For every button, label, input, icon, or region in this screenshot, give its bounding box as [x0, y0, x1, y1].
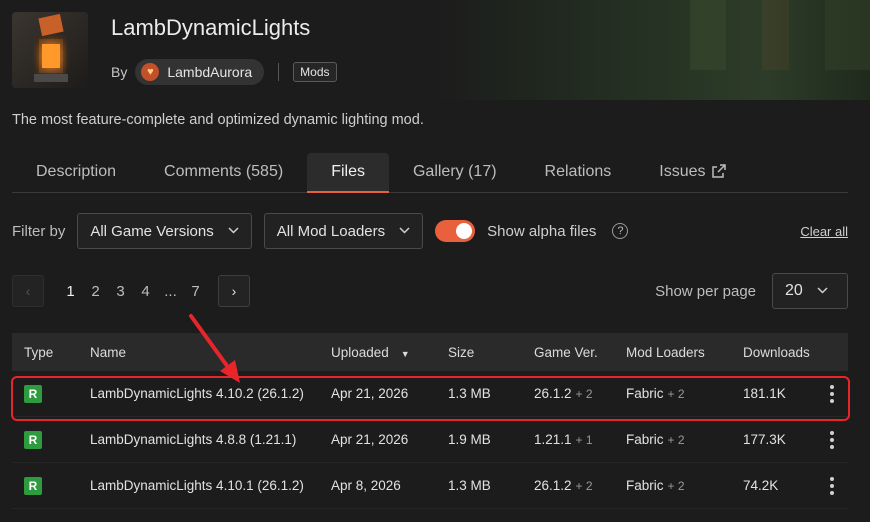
per-page-label: Show per page	[655, 282, 756, 300]
alpha-files-toggle[interactable]	[435, 220, 476, 242]
tab-files[interactable]: Files	[307, 153, 389, 193]
release-badge: R	[24, 476, 42, 495]
kebab-menu-icon[interactable]	[815, 430, 848, 449]
file-size: 1.3 MB	[448, 386, 491, 401]
files-table: Type Name Uploaded ▼ Size Game Ver. Mod L…	[12, 333, 848, 509]
file-size: 1.9 MB	[448, 432, 491, 447]
table-row[interactable]: R LambDynamicLights 4.10.2 (26.1.2) Apr …	[12, 371, 848, 417]
file-uploaded: Apr 21, 2026	[331, 432, 409, 447]
project-logo	[12, 12, 88, 88]
prev-page-button[interactable]: ‹	[12, 275, 44, 307]
file-loader: Fabric + 2	[626, 386, 685, 401]
header-uploaded[interactable]: Uploaded ▼	[331, 345, 448, 360]
chevron-down-icon	[228, 225, 239, 237]
file-uploaded: Apr 8, 2026	[331, 478, 401, 493]
header-name: Name	[90, 344, 127, 360]
author-link[interactable]: ♥ LambdAurora	[135, 59, 265, 85]
page-ellipsis: ...	[164, 282, 177, 300]
kebab-menu-icon[interactable]	[815, 384, 848, 403]
file-downloads: 74.2K	[743, 478, 779, 493]
page-numbers: 1 2 3 4 ... 7	[58, 283, 208, 300]
table-header: Type Name Uploaded ▼ Size Game Ver. Mod L…	[12, 333, 848, 371]
file-loader: Fabric + 2	[626, 432, 685, 447]
file-name[interactable]: LambDynamicLights 4.10.2 (26.1.2)	[90, 386, 331, 401]
toggle-knob	[456, 223, 473, 239]
page-2[interactable]: 2	[83, 283, 108, 300]
mod-loader-select[interactable]: All Mod Loaders	[263, 213, 424, 249]
clear-all-link[interactable]: Clear all	[800, 224, 848, 239]
filter-label: Filter by	[12, 222, 66, 240]
file-game-ver: 1.21.1 + 1	[534, 432, 593, 447]
category-tag[interactable]: Mods	[293, 62, 337, 82]
project-tabs: Description Comments (585) Files Gallery…	[12, 153, 848, 193]
page-4[interactable]: 4	[133, 283, 158, 300]
page-3[interactable]: 3	[108, 283, 133, 300]
alpha-files-label: Show alpha files	[487, 222, 597, 240]
file-loader: Fabric + 2	[626, 478, 685, 493]
file-name[interactable]: LambDynamicLights 4.10.1 (26.1.2)	[90, 478, 331, 493]
tab-comments[interactable]: Comments (585)	[140, 153, 307, 191]
file-downloads: 177.3K	[743, 432, 786, 447]
divider	[278, 63, 280, 81]
tab-issues[interactable]: Issues	[635, 153, 749, 191]
pagination: ‹ 1 2 3 4 ... 7 › Show per page 20	[12, 273, 848, 309]
help-icon[interactable]: ?	[612, 223, 629, 239]
page-7[interactable]: 7	[183, 283, 208, 300]
header-downloads: Downloads	[743, 344, 810, 360]
page-1[interactable]: 1	[58, 283, 83, 300]
filter-bar: Filter by All Game Versions All Mod Load…	[12, 213, 848, 249]
file-game-ver: 26.1.2 + 2	[534, 478, 593, 493]
header-game-ver: Game Ver.	[534, 344, 598, 360]
kebab-menu-icon[interactable]	[815, 476, 848, 495]
file-uploaded: Apr 21, 2026	[331, 386, 409, 401]
file-size: 1.3 MB	[448, 478, 491, 493]
per-page-select[interactable]: 20	[772, 273, 848, 309]
sort-down-icon: ▼	[400, 348, 410, 359]
tab-relations[interactable]: Relations	[521, 153, 636, 191]
tab-gallery[interactable]: Gallery (17)	[389, 153, 521, 191]
header-size: Size	[448, 344, 475, 360]
author-name: LambdAurora	[167, 64, 253, 80]
game-version-select[interactable]: All Game Versions	[77, 213, 252, 249]
per-page-control: Show per page 20	[655, 273, 848, 309]
release-badge: R	[24, 384, 42, 403]
by-label: By	[111, 64, 128, 80]
tab-description[interactable]: Description	[12, 153, 140, 191]
chevron-down-icon	[817, 285, 828, 297]
chevron-down-icon	[399, 225, 410, 237]
header-type: Type	[24, 344, 54, 360]
table-row[interactable]: R LambDynamicLights 4.10.1 (26.1.2) Apr …	[12, 463, 848, 509]
next-page-button[interactable]: ›	[218, 275, 250, 307]
project-title: LambDynamicLights	[111, 15, 311, 40]
header-mod-loaders: Mod Loaders	[626, 344, 705, 360]
author-avatar: ♥	[141, 63, 160, 81]
external-link-icon	[711, 163, 726, 181]
file-downloads: 181.1K	[743, 386, 786, 401]
project-summary: The most feature-complete and optimized …	[12, 112, 424, 128]
table-row[interactable]: R LambDynamicLights 4.8.8 (1.21.1) Apr 2…	[12, 417, 848, 463]
banner-art	[690, 0, 870, 70]
author-row: By ♥ LambdAurora Mods	[111, 58, 337, 86]
file-game-ver: 26.1.2 + 2	[534, 386, 593, 401]
file-name[interactable]: LambDynamicLights 4.8.8 (1.21.1)	[90, 432, 331, 447]
release-badge: R	[24, 430, 42, 449]
